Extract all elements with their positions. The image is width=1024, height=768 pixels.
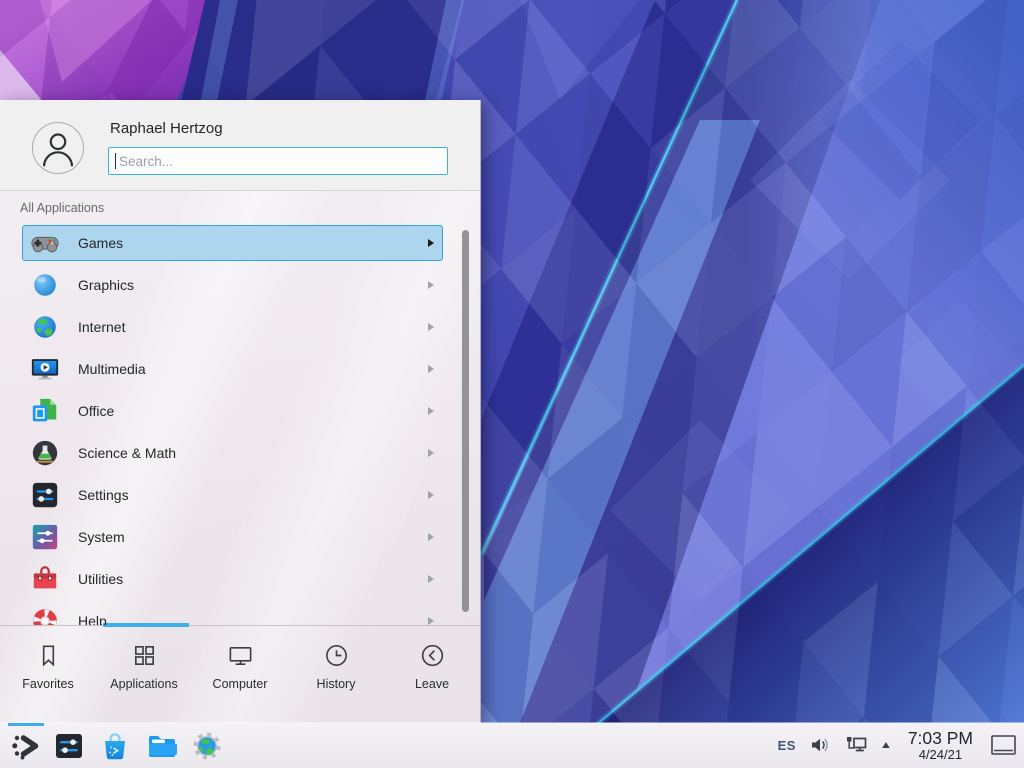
help-icon: [30, 606, 60, 625]
system-settings-icon: [53, 730, 85, 762]
tab-divider: [0, 625, 480, 626]
active-tab-indicator: [103, 623, 189, 627]
submenu-arrow-icon: [428, 323, 434, 331]
tab-history[interactable]: History: [288, 629, 384, 723]
menu-item-label: System: [78, 529, 125, 545]
tab-label: History: [317, 677, 356, 691]
launcher-header: Raphael Hertzog: [0, 100, 480, 191]
menu-item-office[interactable]: Office: [0, 390, 480, 432]
menu-item-multimedia[interactable]: Multimedia: [0, 348, 480, 390]
section-label: All Applications: [20, 201, 104, 215]
application-launcher-popup: Raphael Hertzog All Applications Games: [0, 100, 481, 723]
menu-item-label: Office: [78, 403, 114, 419]
settings-icon: [30, 480, 60, 510]
active-task-indicator: [8, 723, 44, 726]
games-icon: [30, 228, 60, 258]
tab-label: Computer: [213, 677, 268, 691]
submenu-arrow-icon: [428, 239, 434, 247]
menu-item-internet[interactable]: Internet: [0, 306, 480, 348]
tab-computer[interactable]: Computer: [192, 629, 288, 723]
menu-item-help[interactable]: Help: [0, 600, 480, 625]
menu-scrollbar[interactable]: [462, 230, 469, 612]
submenu-arrow-icon: [428, 491, 434, 499]
application-launcher-button[interactable]: [6, 723, 46, 768]
kde-launcher-icon: [10, 730, 42, 762]
office-icon: [30, 396, 60, 426]
menu-item-games[interactable]: Games: [0, 222, 480, 264]
menu-item-settings[interactable]: Settings: [0, 474, 480, 516]
menu-item-science-math[interactable]: Science & Math: [0, 432, 480, 474]
keyboard-layout-indicator[interactable]: ES: [778, 738, 796, 753]
expand-tray-icon[interactable]: ▲: [879, 740, 892, 751]
menu-item-label: Utilities: [78, 571, 123, 587]
tab-leave[interactable]: Leave: [384, 629, 480, 723]
system-tray: ES ▲ 7:03 PM 4/24/21: [778, 729, 1024, 762]
submenu-arrow-icon: [428, 575, 434, 583]
tab-label: Applications: [110, 677, 177, 691]
discover-icon: [99, 730, 131, 762]
submenu-arrow-icon: [428, 407, 434, 415]
submenu-arrow-icon: [428, 449, 434, 457]
menu-item-label: Help: [78, 613, 107, 625]
multimedia-icon: [30, 354, 60, 384]
menu-item-system[interactable]: System: [0, 516, 480, 558]
user-name: Raphael Hertzog: [110, 120, 223, 137]
clock-time: 7:03 PM: [908, 729, 973, 748]
menu-item-utilities[interactable]: Utilities: [0, 558, 480, 600]
menu-item-label: Multimedia: [78, 361, 146, 377]
menu-item-label: Settings: [78, 487, 129, 503]
text-cursor: [115, 153, 116, 169]
clock-date: 4/24/21: [908, 748, 973, 762]
digital-clock[interactable]: 7:03 PM 4/24/21: [908, 729, 973, 762]
menu-item-graphics[interactable]: Graphics: [0, 264, 480, 306]
graphics-icon: [30, 270, 60, 300]
menu-item-label: Science & Math: [78, 445, 176, 461]
submenu-arrow-icon: [428, 281, 434, 289]
taskbar-file-manager[interactable]: [138, 723, 184, 768]
menu-item-label: Internet: [78, 319, 125, 335]
user-avatar: [32, 122, 84, 174]
taskbar-system-settings[interactable]: [46, 723, 92, 768]
submenu-arrow-icon: [428, 617, 434, 625]
system-icon: [30, 522, 60, 552]
menu-item-label: Graphics: [78, 277, 134, 293]
submenu-arrow-icon: [428, 533, 434, 541]
search-input[interactable]: [117, 153, 447, 170]
internet-icon: [30, 312, 60, 342]
clock-icon: [323, 642, 350, 669]
search-field[interactable]: [108, 147, 448, 175]
taskbar-discover[interactable]: [92, 723, 138, 768]
tab-favorites[interactable]: Favorites: [0, 629, 96, 723]
grid-icon: [131, 642, 158, 669]
show-desktop-button[interactable]: [990, 732, 1017, 758]
tab-applications[interactable]: Applications: [96, 629, 192, 723]
utilities-icon: [30, 564, 60, 594]
volume-icon[interactable]: [809, 734, 831, 756]
bookmark-icon: [35, 642, 62, 669]
folder-icon: [145, 730, 177, 762]
tab-label: Leave: [415, 677, 449, 691]
leave-icon: [419, 642, 446, 669]
tab-label: Favorites: [22, 677, 73, 691]
menu-item-label: Games: [78, 235, 123, 251]
taskbar-web-browser[interactable]: [184, 723, 230, 768]
submenu-arrow-icon: [428, 365, 434, 373]
science-icon: [30, 438, 60, 468]
browser-globe-gear-icon: [191, 730, 223, 762]
application-category-list: Games Graphics: [0, 222, 480, 625]
taskbar: ES ▲ 7:03 PM 4/24/21: [0, 723, 1024, 768]
wired-network-icon[interactable]: [844, 733, 868, 757]
launcher-tab-bar: Favorites Applications Computer: [0, 629, 480, 723]
computer-icon: [227, 642, 254, 669]
